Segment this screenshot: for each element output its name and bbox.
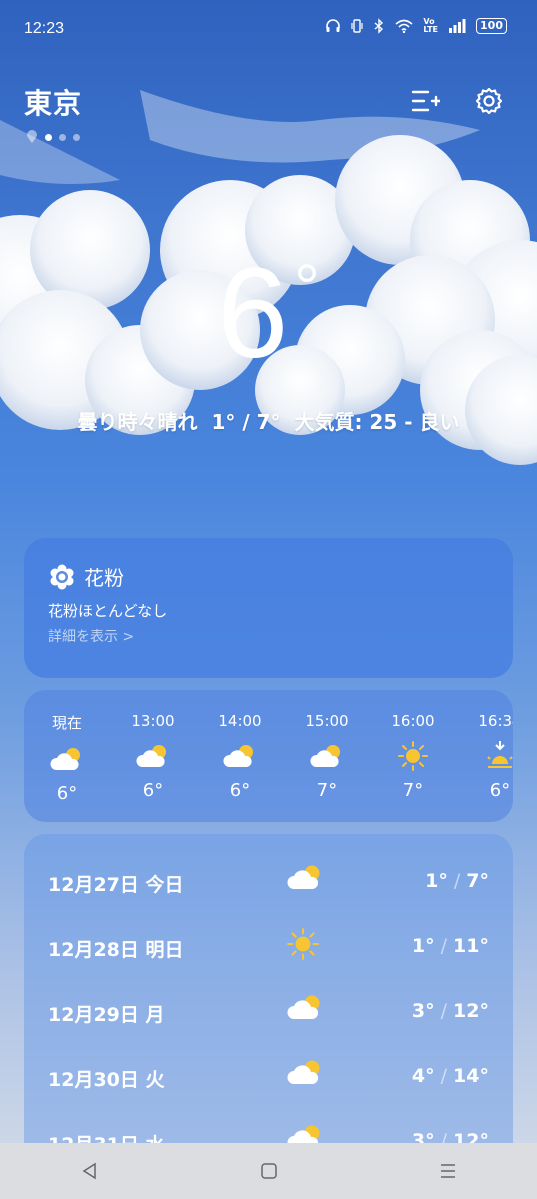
hour-temp: 7° [402, 780, 424, 801]
pollen-description: 花粉ほとんどなし [48, 602, 168, 620]
day-date: 12月28日 明日 [48, 939, 184, 961]
day-low: 4° [411, 1065, 435, 1087]
current-temperature: 6° [0, 240, 537, 387]
home-button[interactable] [249, 1151, 289, 1191]
pollen-title: 花粉 [84, 566, 124, 590]
battery-indicator: 100 [476, 18, 507, 34]
hour-temp: 6° [489, 780, 511, 801]
status-icons: Vo LTE 100 [325, 18, 507, 34]
partly-cloudy-icon [287, 865, 320, 889]
pollen-title-row: 花粉 [48, 562, 124, 591]
hour-temp: 6° [229, 780, 251, 801]
page-indicator [26, 130, 80, 144]
hour-temp: 7° [316, 780, 338, 801]
air-quality[interactable]: 大気質: 25 - 良い [294, 410, 459, 434]
day-temps: 4°/14° [411, 1065, 489, 1087]
hourly-item: 15:00 7° [292, 712, 362, 801]
location-pin-icon [27, 130, 37, 143]
partly-cloudy-icon [50, 748, 80, 770]
status-bar: 12:23 Vo LTE 100 [0, 0, 537, 60]
daily-forecast-card[interactable]: 12月27日 今日 1°/7° 12月28日 明日 1°/11° 12月29日 … [24, 834, 513, 1154]
hour-time: 14:00 [218, 712, 262, 730]
gear-icon [475, 87, 503, 115]
hour-temp: 6° [142, 780, 164, 801]
partly-cloudy-icon [223, 745, 253, 767]
signal-icon [449, 19, 466, 33]
day-low: 3° [411, 1000, 435, 1022]
hour-time: 現在 [51, 714, 82, 732]
day-temps: 1°/11° [411, 935, 489, 957]
status-time: 12:23 [24, 20, 65, 37]
day-low: 1° [425, 870, 448, 892]
sunny-icon [398, 741, 428, 771]
hour-time: 16:00 [391, 712, 435, 730]
headphones-icon [326, 19, 341, 32]
vibrate-icon [351, 19, 363, 33]
system-nav-bar [0, 1143, 537, 1199]
weather-summary: 曇り時々晴れ 1° / 7° 大気質: 25 - 良い [0, 406, 537, 435]
day-date: 12月30日 火 [48, 1069, 165, 1091]
partly-cloudy-icon [310, 745, 340, 767]
home-square-icon [260, 1163, 277, 1179]
partly-cloudy-icon [136, 745, 166, 767]
daily-row[interactable]: 12月30日 火 4°/14° [24, 1051, 513, 1101]
list-add-icon [411, 90, 440, 112]
partly-cloudy-icon [287, 1060, 320, 1084]
hour-time: 16:34 [478, 712, 513, 730]
daily-row[interactable]: 12月27日 今日 1°/7° [24, 856, 513, 906]
volte-icon: Vo LTE [423, 17, 439, 34]
partly-cloudy-icon [287, 995, 320, 1019]
city-list-button[interactable] [408, 84, 442, 118]
pollen-details-link[interactable]: 詳細を表示 > [48, 626, 134, 646]
condition-text: 曇り時々晴れ [77, 410, 198, 434]
day-high: 11° [453, 935, 489, 957]
back-button[interactable] [70, 1151, 110, 1191]
temp-range: 1° / 7° [211, 410, 281, 434]
back-triangle-icon [82, 1162, 96, 1180]
hour-time: 13:00 [131, 712, 175, 730]
hourly-item: 16:34 6° [465, 712, 513, 801]
day-high: 12° [453, 1000, 489, 1022]
day-low: 1° [411, 935, 435, 957]
day-temps: 1°/7° [425, 870, 489, 892]
hourly-item: 13:00 6° [118, 712, 188, 801]
flower-icon [50, 564, 74, 589]
hourly-forecast-card[interactable]: 現在 6° 13:00 6° 14:00 6° 15:00 7° 16:00 7… [24, 690, 513, 822]
day-high: 7° [466, 870, 489, 892]
wifi-icon [395, 19, 413, 33]
day-date: 12月29日 月 [48, 1004, 165, 1026]
day-date: 12月27日 今日 [48, 874, 184, 896]
city-name[interactable]: 東京 [24, 82, 82, 122]
day-high: 14° [453, 1065, 489, 1087]
daily-row[interactable]: 12月29日 月 3°/12° [24, 986, 513, 1036]
pollen-card[interactable]: 花粉 花粉ほとんどなし 詳細を表示 > [24, 538, 513, 678]
degree-symbol: ° [294, 251, 320, 323]
hour-temp: 6° [56, 783, 78, 804]
hourly-item: 14:00 6° [205, 712, 275, 801]
recents-button[interactable] [428, 1151, 468, 1191]
daily-row[interactable]: 12月28日 明日 1°/11° [24, 921, 513, 971]
settings-button[interactable] [472, 84, 506, 118]
page-dot [45, 133, 52, 141]
page-dot [73, 133, 80, 141]
sunny-icon [287, 928, 319, 960]
bluetooth-icon [374, 18, 384, 34]
sunset-icon [487, 741, 513, 768]
menu-lines-icon [440, 1164, 455, 1178]
hourly-item: 16:00 7° [378, 712, 448, 801]
day-temps: 3°/12° [411, 1000, 489, 1022]
hour-time: 15:00 [305, 712, 349, 730]
hourly-item: 現在 6° [32, 712, 102, 804]
page-dot [59, 133, 66, 141]
current-temperature-value: 6 [217, 242, 289, 385]
